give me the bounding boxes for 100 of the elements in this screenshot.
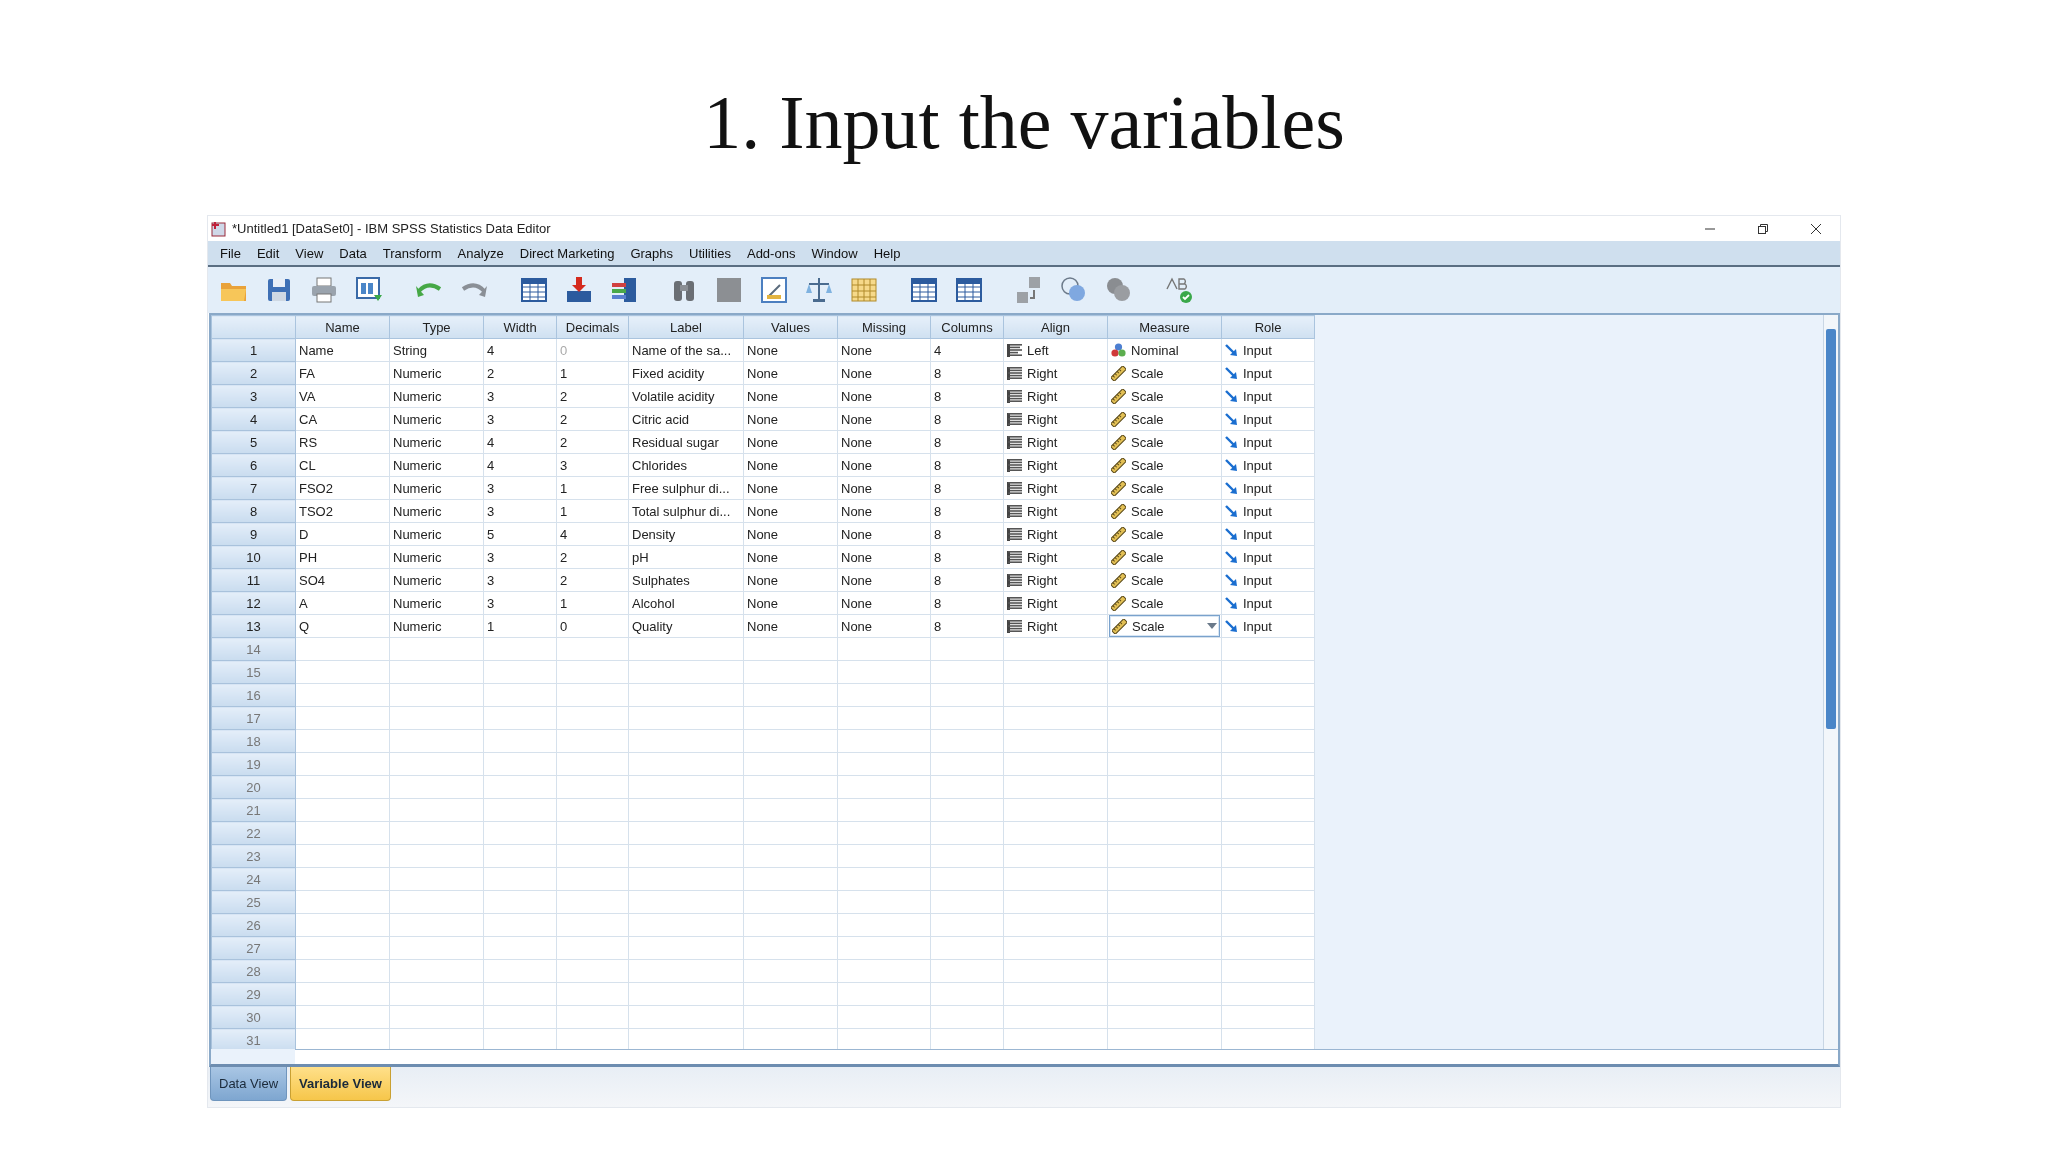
table-cell[interactable]: Input: [1221, 338, 1315, 362]
table-cell[interactable]: Numeric: [389, 384, 484, 408]
table-cell[interactable]: None: [743, 614, 838, 638]
menu-item[interactable]: Graphs: [622, 245, 682, 261]
row-header[interactable]: 29: [211, 982, 296, 1006]
menu-item[interactable]: Edit: [248, 245, 288, 261]
table-cell[interactable]: Numeric: [389, 522, 484, 546]
table-cell[interactable]: 4: [556, 522, 629, 546]
menu-item[interactable]: View: [287, 245, 332, 261]
row-header[interactable]: 10: [211, 545, 296, 569]
menu-item[interactable]: Help: [865, 245, 909, 261]
table-cell[interactable]: Right: [1003, 545, 1108, 569]
row-header[interactable]: 31: [211, 1028, 296, 1049]
table-cell[interactable]: Numeric: [389, 591, 484, 615]
menu-item[interactable]: Direct Marketing: [511, 245, 623, 261]
table-cell[interactable]: TSO2: [295, 499, 390, 523]
row-header[interactable]: 19: [211, 752, 296, 776]
row-header[interactable]: 17: [211, 706, 296, 730]
table-cell[interactable]: 4: [930, 338, 1004, 362]
table-cell[interactable]: Name: [295, 338, 390, 362]
table-cell[interactable]: None: [837, 568, 931, 592]
table-cell[interactable]: None: [837, 499, 931, 523]
row-header[interactable]: 4: [211, 407, 296, 431]
table-cell[interactable]: Sulphates: [628, 568, 744, 592]
table-cell[interactable]: D: [295, 522, 390, 546]
table-cell[interactable]: Fixed acidity: [628, 361, 744, 385]
table-cell[interactable]: Right: [1003, 430, 1108, 454]
table-cell[interactable]: Input: [1221, 361, 1315, 385]
table-cell[interactable]: None: [743, 384, 838, 408]
row-header[interactable]: 7: [211, 476, 296, 500]
row-header[interactable]: 11: [211, 568, 296, 592]
table-cell[interactable]: Quality: [628, 614, 744, 638]
table-cell[interactable]: Input: [1221, 568, 1315, 592]
row-header[interactable]: 9: [211, 522, 296, 546]
table-cell[interactable]: 1: [556, 591, 629, 615]
table-cell[interactable]: 2: [556, 430, 629, 454]
table-cell[interactable]: Input: [1221, 476, 1315, 500]
table-cell[interactable]: None: [743, 591, 838, 615]
table-cell[interactable]: Right: [1003, 614, 1108, 638]
table-cell[interactable]: Scale: [1107, 476, 1222, 500]
table-cell[interactable]: 8: [930, 522, 1004, 546]
table-cell[interactable]: 3: [556, 453, 629, 477]
menu-item[interactable]: Utilities: [681, 245, 739, 261]
table-cell[interactable]: 8: [930, 476, 1004, 500]
table-cell[interactable]: 8: [930, 568, 1004, 592]
table-cell[interactable]: Input: [1221, 407, 1315, 431]
table-cell[interactable]: Numeric: [389, 453, 484, 477]
table-cell[interactable]: Numeric: [389, 568, 484, 592]
table-cell[interactable]: 8: [930, 453, 1004, 477]
table-cell[interactable]: Nominal: [1107, 338, 1222, 362]
table-cell[interactable]: 8: [930, 430, 1004, 454]
table-cell[interactable]: CL: [295, 453, 390, 477]
table-cell[interactable]: None: [743, 338, 838, 362]
column-header[interactable]: Align: [1003, 315, 1108, 339]
table-cell[interactable]: 5: [483, 522, 557, 546]
table-cell[interactable]: 0: [556, 614, 629, 638]
table-cell[interactable]: None: [837, 522, 931, 546]
column-header[interactable]: Role: [1221, 315, 1315, 339]
table-cell[interactable]: SO4: [295, 568, 390, 592]
table-cell[interactable]: Right: [1003, 522, 1108, 546]
table-cell[interactable]: 1: [556, 361, 629, 385]
table-cell[interactable]: None: [837, 338, 931, 362]
table-cell[interactable]: Scale: [1107, 384, 1222, 408]
row-header[interactable]: 5: [211, 430, 296, 454]
table-cell[interactable]: Numeric: [389, 545, 484, 569]
table-cell[interactable]: Scale: [1107, 591, 1222, 615]
row-header[interactable]: 30: [211, 1005, 296, 1029]
row-header[interactable]: 23: [211, 844, 296, 868]
table-cell[interactable]: 8: [930, 361, 1004, 385]
table-cell[interactable]: String: [389, 338, 484, 362]
view-tab[interactable]: Variable View: [290, 1067, 391, 1101]
table-cell[interactable]: None: [837, 407, 931, 431]
table-cell[interactable]: 8: [930, 384, 1004, 408]
table-cell[interactable]: Scale: [1107, 361, 1222, 385]
table-cell[interactable]: Input: [1221, 430, 1315, 454]
column-header[interactable]: Values: [743, 315, 838, 339]
table-cell[interactable]: 4: [483, 430, 557, 454]
table-cell[interactable]: PH: [295, 545, 390, 569]
table-cell[interactable]: 3: [483, 568, 557, 592]
row-header[interactable]: 18: [211, 729, 296, 753]
table-cell[interactable]: Input: [1221, 545, 1315, 569]
row-header[interactable]: 28: [211, 959, 296, 983]
table-cell[interactable]: Right: [1003, 499, 1108, 523]
table-cell[interactable]: None: [743, 476, 838, 500]
table-cell[interactable]: Total sulphur di...: [628, 499, 744, 523]
table-cell[interactable]: Free sulphur di...: [628, 476, 744, 500]
table-cell[interactable]: Scale: [1107, 453, 1222, 477]
table-cell[interactable]: None: [743, 499, 838, 523]
table-cell[interactable]: None: [837, 430, 931, 454]
column-header[interactable]: Width: [483, 315, 557, 339]
column-header[interactable]: Name: [295, 315, 390, 339]
table-cell[interactable]: None: [743, 453, 838, 477]
row-header[interactable]: 6: [211, 453, 296, 477]
vertical-scrollbar[interactable]: [1823, 315, 1838, 1049]
table-cell[interactable]: Scale: [1107, 499, 1222, 523]
table-cell[interactable]: 8: [930, 499, 1004, 523]
table-cell[interactable]: Input: [1221, 614, 1315, 638]
row-header[interactable]: 1: [211, 338, 296, 362]
table-cell[interactable]: None: [837, 591, 931, 615]
table-cell[interactable]: Alcohol: [628, 591, 744, 615]
